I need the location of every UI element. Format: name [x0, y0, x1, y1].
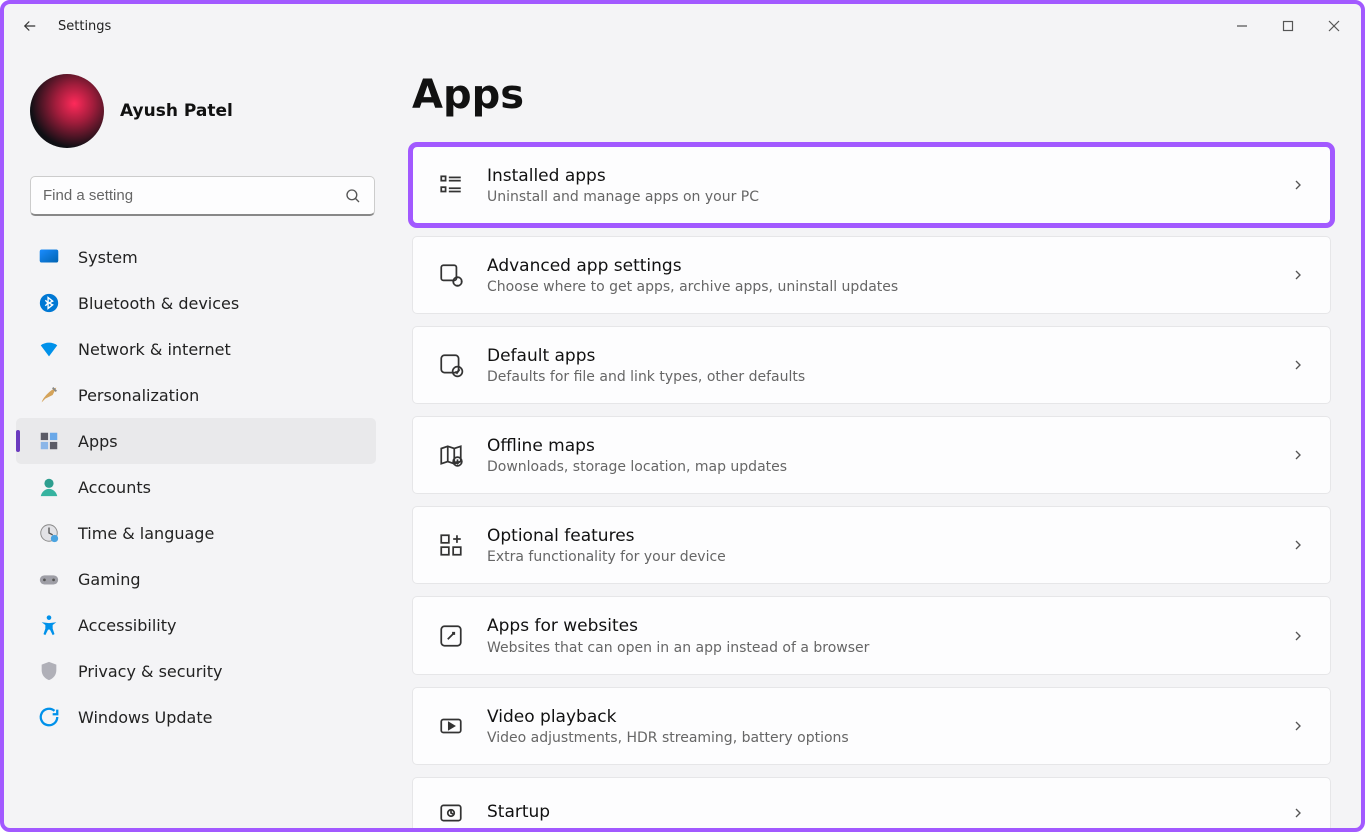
card-optional-features[interactable]: Optional features Extra functionality fo…	[412, 506, 1331, 584]
chevron-right-icon	[1290, 805, 1306, 821]
grid-plus-icon	[437, 531, 465, 559]
card-startup[interactable]: Startup	[412, 777, 1331, 828]
chevron-right-icon	[1290, 628, 1306, 644]
maximize-icon	[1282, 20, 1294, 32]
sidebar-item-label: Privacy & security	[78, 662, 222, 681]
sidebar-item-accounts[interactable]: Accounts	[16, 464, 376, 510]
card-apps-for-websites[interactable]: Apps for websites Websites that can open…	[412, 596, 1331, 674]
card-video-playback[interactable]: Video playback Video adjustments, HDR st…	[412, 687, 1331, 765]
sidebar-item-label: Apps	[78, 432, 118, 451]
sidebar-item-personalization[interactable]: Personalization	[16, 372, 376, 418]
app-link-icon	[437, 622, 465, 650]
sidebar-item-accessibility[interactable]: Accessibility	[16, 602, 376, 648]
search-input[interactable]	[43, 187, 344, 204]
sidebar-item-label: Time & language	[78, 524, 214, 543]
sidebar-item-apps[interactable]: Apps	[16, 418, 376, 464]
card-title: Apps for websites	[487, 615, 869, 637]
window-title: Settings	[58, 19, 111, 34]
card-subtitle: Downloads, storage location, map updates	[487, 459, 787, 475]
close-icon	[1328, 20, 1340, 32]
card-subtitle: Choose where to get apps, archive apps, …	[487, 279, 898, 295]
minimize-icon	[1236, 20, 1248, 32]
apps-icon	[38, 430, 60, 452]
profile-section[interactable]: Ayush Patel	[4, 64, 394, 168]
card-offline-maps[interactable]: Offline maps Downloads, storage location…	[412, 416, 1331, 494]
card-subtitle: Extra functionality for your device	[487, 549, 726, 565]
card-title: Default apps	[487, 345, 805, 367]
settings-cards: Installed apps Uninstall and manage apps…	[412, 146, 1331, 828]
sidebar-item-label: System	[78, 248, 138, 267]
card-subtitle: Websites that can open in an app instead…	[487, 640, 869, 656]
clock-globe-icon	[38, 522, 60, 544]
sidebar-item-label: Personalization	[78, 386, 199, 405]
map-icon	[437, 441, 465, 469]
shield-icon	[38, 660, 60, 682]
chevron-right-icon	[1290, 357, 1306, 373]
card-subtitle: Uninstall and manage apps on your PC	[487, 189, 759, 205]
gamepad-icon	[38, 568, 60, 590]
window-controls	[1219, 10, 1357, 42]
paintbrush-icon	[38, 384, 60, 406]
search-icon	[344, 187, 362, 205]
page-title: Apps	[412, 72, 1331, 118]
close-button[interactable]	[1311, 10, 1357, 42]
avatar	[30, 74, 104, 148]
chevron-right-icon	[1290, 267, 1306, 283]
sidebar-item-bluetooth[interactable]: Bluetooth & devices	[16, 280, 376, 326]
user-name: Ayush Patel	[120, 101, 233, 121]
chevron-right-icon	[1290, 718, 1306, 734]
sidebar-item-label: Network & internet	[78, 340, 231, 359]
chevron-right-icon	[1290, 537, 1306, 553]
card-title: Offline maps	[487, 435, 787, 457]
list-icon	[437, 171, 465, 199]
card-default-apps[interactable]: Default apps Defaults for file and link …	[412, 326, 1331, 404]
card-advanced-app-settings[interactable]: Advanced app settings Choose where to ge…	[412, 236, 1331, 314]
video-icon	[437, 712, 465, 740]
sidebar-item-gaming[interactable]: Gaming	[16, 556, 376, 602]
back-button[interactable]	[8, 4, 52, 48]
nav: System Bluetooth & devices Network & int…	[4, 234, 394, 740]
accessibility-icon	[38, 614, 60, 636]
sidebar-item-windows-update[interactable]: Windows Update	[16, 694, 376, 740]
app-gear-icon	[437, 261, 465, 289]
titlebar: Settings	[4, 4, 1361, 48]
maximize-button[interactable]	[1265, 10, 1311, 42]
arrow-left-icon	[21, 17, 39, 35]
card-subtitle: Defaults for file and link types, other …	[487, 369, 805, 385]
sidebar-item-privacy-security[interactable]: Privacy & security	[16, 648, 376, 694]
card-subtitle: Video adjustments, HDR streaming, batter…	[487, 730, 849, 746]
card-title: Installed apps	[487, 165, 759, 187]
monitor-icon	[38, 246, 60, 268]
update-icon	[38, 706, 60, 728]
content-area: Apps Installed apps Uninstall and manage…	[394, 48, 1361, 828]
wifi-icon	[38, 338, 60, 360]
card-installed-apps[interactable]: Installed apps Uninstall and manage apps…	[412, 146, 1331, 224]
card-title: Optional features	[487, 525, 726, 547]
sidebar: Ayush Patel System Bluetooth & devices	[4, 48, 394, 828]
sidebar-item-label: Accounts	[78, 478, 151, 497]
sidebar-item-time-language[interactable]: Time & language	[16, 510, 376, 556]
startup-icon	[437, 799, 465, 827]
default-apps-icon	[437, 351, 465, 379]
chevron-right-icon	[1290, 177, 1306, 193]
card-title: Advanced app settings	[487, 255, 898, 277]
sidebar-item-label: Windows Update	[78, 708, 212, 727]
card-title: Startup	[487, 801, 550, 823]
person-icon	[38, 476, 60, 498]
sidebar-item-label: Accessibility	[78, 616, 176, 635]
sidebar-item-label: Gaming	[78, 570, 141, 589]
bluetooth-icon	[38, 292, 60, 314]
sidebar-item-system[interactable]: System	[16, 234, 376, 280]
chevron-right-icon	[1290, 447, 1306, 463]
sidebar-item-label: Bluetooth & devices	[78, 294, 239, 313]
card-title: Video playback	[487, 706, 849, 728]
search-box[interactable]	[30, 176, 375, 216]
minimize-button[interactable]	[1219, 10, 1265, 42]
sidebar-item-network[interactable]: Network & internet	[16, 326, 376, 372]
